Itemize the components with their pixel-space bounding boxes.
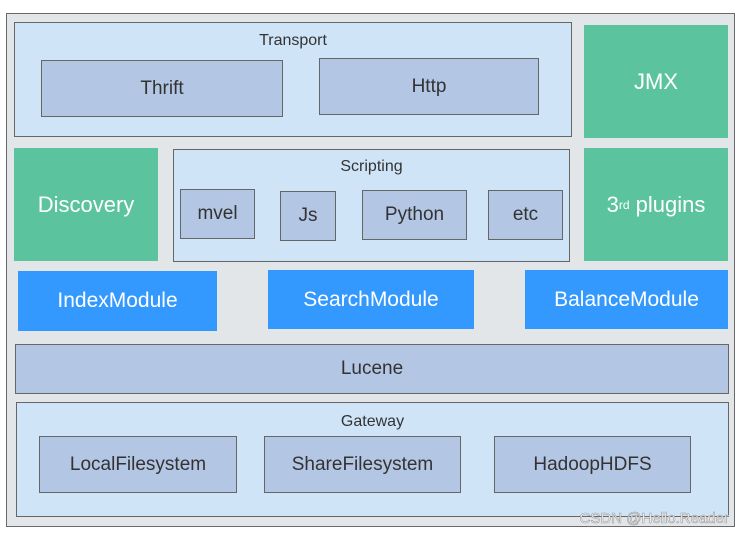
etc-box: etc: [488, 190, 563, 240]
plugins-box: 3rd plugins: [584, 148, 728, 261]
thrift-box: Thrift: [41, 60, 283, 117]
watermark: CSDN @Hello.Reader: [579, 510, 729, 528]
python-box: Python: [362, 190, 467, 240]
scripting-title: Scripting: [340, 158, 403, 175]
lucene-box: Lucene: [15, 344, 729, 394]
index-module-box: IndexModule: [18, 271, 217, 331]
share-filesystem-box: ShareFilesystem: [264, 436, 461, 493]
http-box: Http: [319, 58, 539, 115]
local-filesystem-box: LocalFilesystem: [39, 436, 237, 493]
mvel-box: mvel: [180, 189, 255, 239]
balance-module-box: BalanceModule: [525, 270, 728, 329]
discovery-box: Discovery: [14, 148, 158, 261]
jmx-box: JMX: [584, 25, 728, 138]
hadoop-hdfs-box: HadoopHDFS: [494, 436, 691, 493]
search-module-box: SearchModule: [268, 270, 474, 329]
js-box: Js: [280, 191, 336, 241]
gateway-title: Gateway: [340, 413, 405, 430]
transport-title: Transport: [259, 32, 327, 49]
